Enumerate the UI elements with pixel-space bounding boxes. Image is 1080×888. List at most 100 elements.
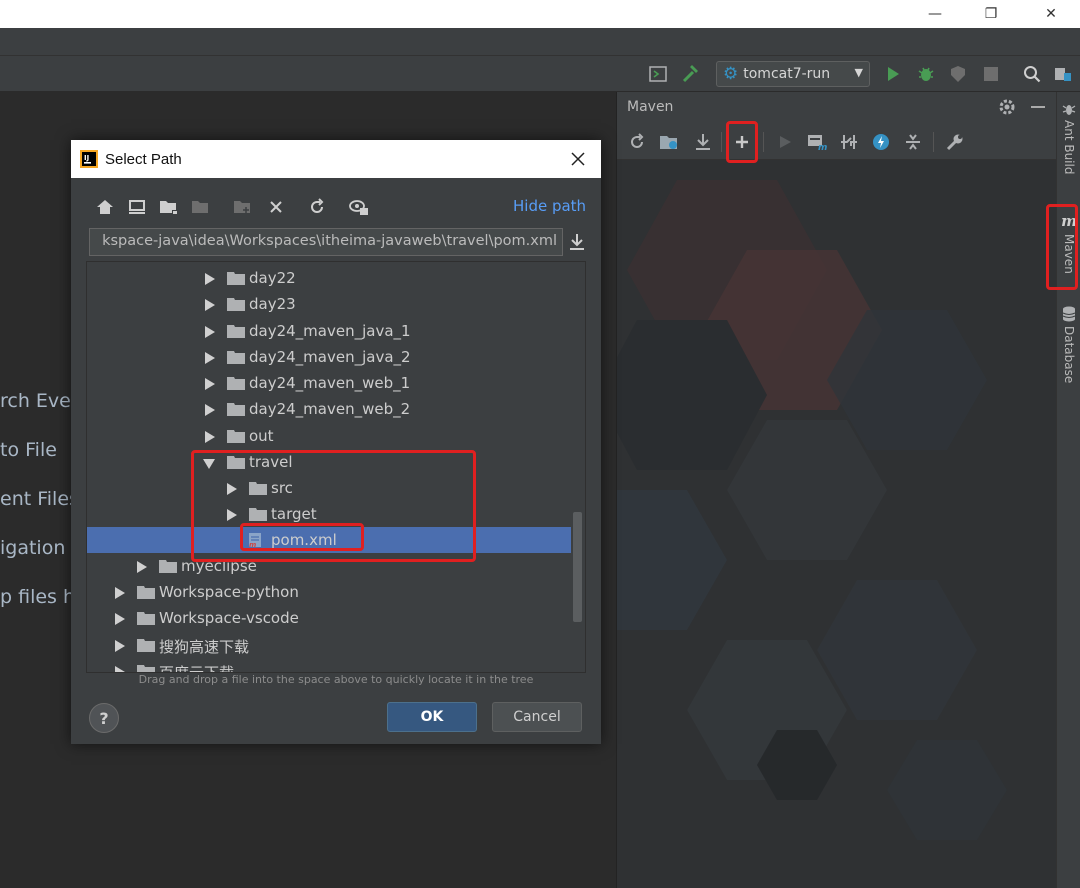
help-button[interactable]: ? [89, 703, 119, 733]
desktop-icon[interactable] [126, 196, 148, 218]
tree-label: 百度云下载 [159, 664, 235, 673]
ant-build-tab[interactable]: Ant Build [1057, 102, 1080, 174]
toolbar-separator [933, 132, 934, 152]
minimize-button[interactable]: — [912, 0, 958, 28]
tree-row-day24-maven-web-2[interactable]: day24_maven_web_2 [87, 396, 571, 422]
tree-row-day22[interactable]: day22 [87, 265, 571, 291]
tree-label: out [249, 427, 274, 445]
close-window-button[interactable]: ✕ [1028, 0, 1074, 28]
svg-text:IJ: IJ [84, 154, 89, 162]
folder-icon [227, 403, 245, 416]
expand-arrow-icon[interactable] [115, 666, 125, 672]
tree-label: Workspace-vscode [159, 609, 299, 627]
settings-wrench-icon[interactable] [943, 130, 967, 154]
menu-bar [0, 28, 1080, 56]
folder-icon [137, 639, 155, 652]
expand-arrow-icon[interactable] [205, 431, 215, 443]
collapse-all-icon[interactable] [901, 130, 925, 154]
download-icon[interactable] [691, 130, 715, 154]
path-input[interactable]: kspace-java\idea\Workspaces\itheima-java… [89, 228, 563, 256]
expand-arrow-icon[interactable] [137, 561, 147, 573]
delete-icon[interactable] [265, 196, 287, 218]
folder-icon [227, 325, 245, 338]
maven-title: Maven [627, 99, 674, 115]
welcome-drop-files: p files h [0, 586, 76, 608]
welcome-search-everywhere: rch Ever [0, 390, 79, 412]
tree-row-day24-maven-java-1[interactable]: day24_maven_java_1 [87, 318, 571, 344]
build-hammer-icon[interactable] [679, 62, 703, 86]
expand-arrow-icon[interactable] [205, 326, 215, 338]
new-folder-icon[interactable] [232, 196, 254, 218]
main-toolbar: ⚙ tomcat7-run ▼ [0, 56, 1080, 92]
folder-icon [227, 272, 245, 285]
tree-row-baidu-download[interactable]: 百度云下载 [87, 658, 571, 673]
expand-arrow-icon[interactable] [205, 378, 215, 390]
expand-arrow-icon[interactable] [205, 273, 215, 285]
drag-hint-text: Drag and drop a file into the space abov… [138, 673, 534, 686]
tree-label: day24_maven_web_1 [249, 374, 411, 392]
highlight-pom-xml [240, 523, 364, 551]
tree-label: Workspace-python [159, 583, 299, 601]
tree-row-day24-maven-web-1[interactable]: day24_maven_web_1 [87, 370, 571, 396]
project-folder-icon[interactable] [158, 196, 180, 218]
folder-icon [159, 560, 177, 573]
tree-row-day23[interactable]: day23 [87, 291, 571, 317]
tree-label: day24_maven_java_1 [249, 322, 411, 340]
skip-tests-icon[interactable] [869, 130, 893, 154]
run-icon[interactable] [773, 130, 797, 154]
gear-icon: ⚙ [723, 64, 739, 84]
coverage-icon[interactable] [946, 62, 970, 86]
cancel-button[interactable]: Cancel [492, 702, 582, 732]
database-tab-label: Database [1062, 326, 1076, 384]
run-icon[interactable] [881, 62, 905, 86]
close-icon[interactable] [569, 150, 587, 168]
toggle-offline-icon[interactable] [837, 130, 861, 154]
expand-arrow-icon[interactable] [205, 352, 215, 364]
tree-label: day22 [249, 269, 296, 287]
tree-row-workspace-python[interactable]: Workspace-python [87, 579, 571, 605]
hide-path-link[interactable]: Hide path [513, 197, 586, 215]
reload-icon[interactable] [625, 130, 649, 154]
folder-icon [227, 298, 245, 311]
run-config-icon[interactable] [646, 62, 670, 86]
expand-arrow-icon[interactable] [115, 640, 125, 652]
home-icon[interactable] [94, 196, 116, 218]
module-folder-icon[interactable] [190, 196, 212, 218]
show-hidden-files-icon[interactable] [348, 196, 370, 218]
stop-icon[interactable] [979, 62, 1003, 86]
refresh-icon[interactable] [306, 196, 328, 218]
run-config-label: tomcat7-run [743, 66, 831, 82]
database-tab[interactable]: Database [1057, 306, 1080, 383]
run-config-selector[interactable]: ⚙ tomcat7-run ▼ [716, 61, 870, 87]
expand-arrow-icon[interactable] [115, 587, 125, 599]
tree-row-day24-maven-java-2[interactable]: day24_maven_java_2 [87, 344, 571, 370]
folder-icon [137, 665, 155, 672]
download-icon[interactable] [567, 232, 587, 252]
minimize-icon[interactable] [1031, 106, 1045, 108]
maven-panel: Maven m [616, 92, 1056, 888]
tree-label: day24_maven_web_2 [249, 400, 411, 418]
tree-scrollbar[interactable] [573, 512, 582, 622]
tree-label: day23 [249, 295, 296, 313]
tree-row-workspace-vscode[interactable]: Workspace-vscode [87, 605, 571, 631]
maven-toolbar: m [617, 124, 1056, 160]
chevron-down-icon: ▼ [854, 66, 863, 79]
svg-text:m: m [818, 143, 827, 151]
gear-icon[interactable] [997, 97, 1017, 117]
toolbar-separator [721, 132, 722, 152]
maximize-button[interactable]: ❐ [968, 0, 1014, 28]
toolbar-separator [763, 132, 764, 152]
maven-header: Maven [617, 92, 1056, 124]
expand-arrow-icon[interactable] [205, 404, 215, 416]
expand-arrow-icon[interactable] [115, 613, 125, 625]
expand-arrow-icon[interactable] [205, 299, 215, 311]
folder-icon [137, 612, 155, 625]
search-icon[interactable] [1020, 62, 1044, 86]
project-structure-icon[interactable] [1051, 62, 1075, 86]
execute-goal-icon[interactable]: m [805, 130, 829, 154]
debug-icon[interactable] [914, 62, 938, 86]
reimport-folders-icon[interactable] [657, 130, 681, 154]
tree-row-out[interactable]: out [87, 423, 571, 449]
ok-button[interactable]: OK [387, 702, 477, 732]
tree-row-sogou-download[interactable]: 搜狗高速下载 [87, 632, 571, 658]
